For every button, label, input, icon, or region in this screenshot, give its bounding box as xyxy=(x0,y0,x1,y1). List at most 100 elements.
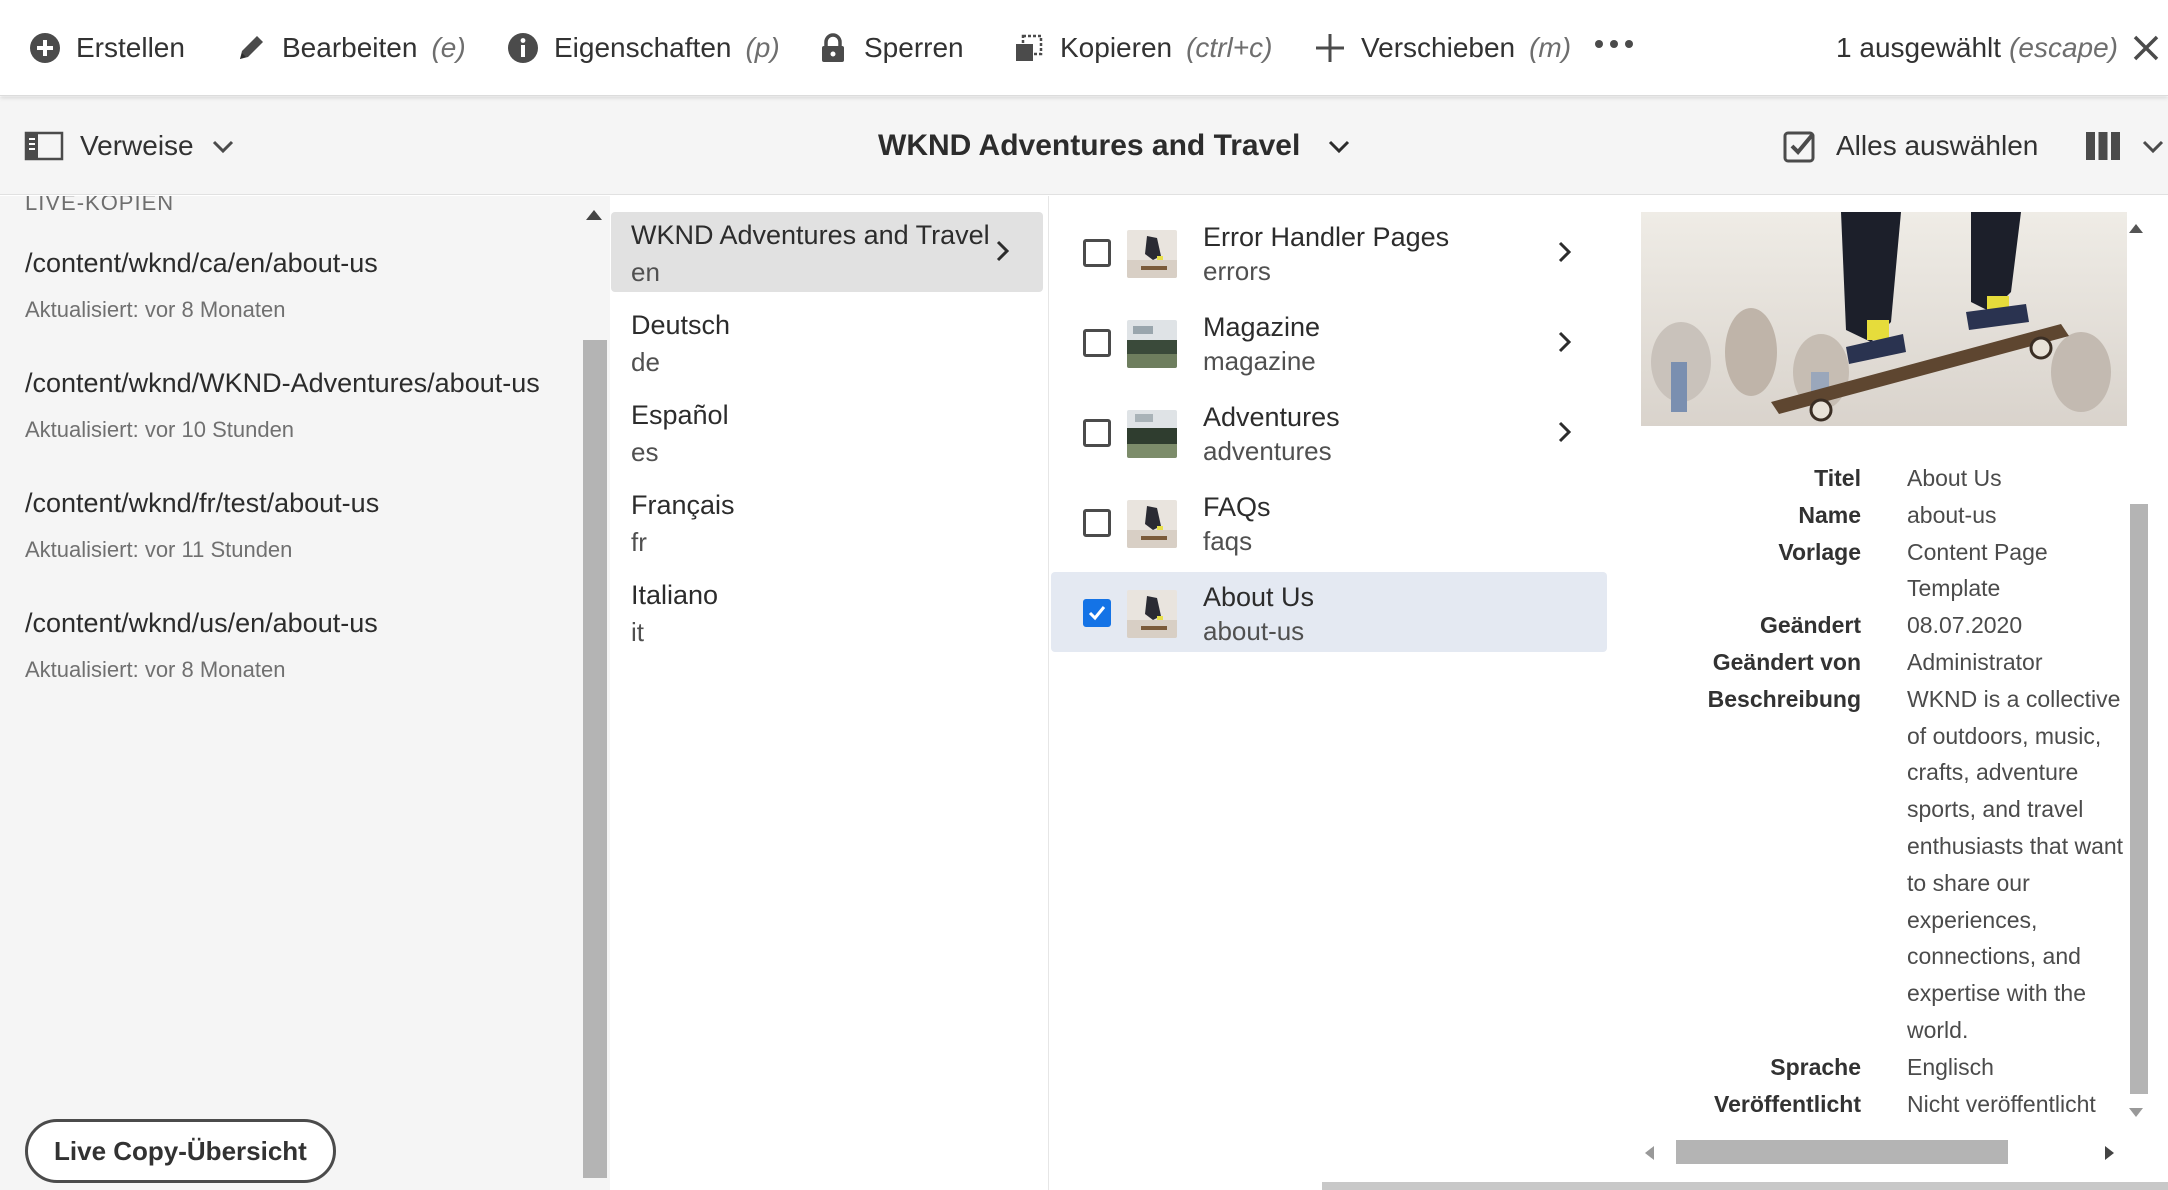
move-button[interactable]: Verschieben (m) xyxy=(1313,22,1571,74)
property-key: Veröffentlicht xyxy=(1714,1090,1861,1117)
lock-icon xyxy=(822,33,844,62)
property-row: Beschreibung WKND is a collective xyxy=(1629,681,2149,718)
breadcrumb-title[interactable]: WKND Adventures and Travel xyxy=(878,121,1352,171)
property-key: Titel xyxy=(1814,465,1861,491)
item-title: WKND Adventures and Travel xyxy=(631,220,990,250)
page-item-errors[interactable]: Error Handler Pages errors xyxy=(1051,212,1607,292)
create-button[interactable]: Erstellen xyxy=(28,22,185,74)
select-all-label: Alles auswählen xyxy=(1836,130,2039,161)
item-title: Deutsch xyxy=(631,310,731,340)
scroll-up-icon[interactable] xyxy=(2129,224,2143,233)
live-copy-path: /content/wknd/WKND-Adventures/about-us xyxy=(25,368,540,398)
page-thumbnail xyxy=(1127,410,1177,458)
edit-label: Bearbeiten xyxy=(282,32,418,63)
info-icon xyxy=(508,33,538,63)
property-row: Veröffentlicht Nicht veröffentlicht xyxy=(1629,1086,2149,1123)
live-copy-overview-button[interactable]: Live Copy-Übersicht xyxy=(25,1119,336,1183)
item-title: Español xyxy=(631,400,729,430)
property-key xyxy=(1629,902,1861,939)
lock-button[interactable]: Sperren xyxy=(816,22,964,74)
details-vertical-scrollbar[interactable] xyxy=(2121,196,2151,1136)
select-all-icon xyxy=(1783,131,1815,163)
move-icon xyxy=(1316,34,1344,62)
scroll-down-icon[interactable] xyxy=(2129,1108,2143,1117)
property-row: expertise with the xyxy=(1629,975,2149,1012)
page-item-adventures[interactable]: Adventures adventures xyxy=(1051,392,1607,472)
item-name: errors xyxy=(1203,256,1271,286)
live-copy-item[interactable]: /content/wknd/fr/test/about-us Aktualisi… xyxy=(25,488,379,563)
rail-toggle-button[interactable]: Verweise xyxy=(24,121,236,171)
item-name: es xyxy=(631,437,659,467)
view-switcher[interactable] xyxy=(2084,121,2166,171)
property-key xyxy=(1629,570,1861,607)
move-label: Verschieben xyxy=(1361,32,1516,63)
scroll-left-icon[interactable] xyxy=(1645,1146,1654,1160)
page-item-faqs[interactable]: FAQs faqs xyxy=(1051,482,1607,562)
language-item-en[interactable]: WKND Adventures and Travel en xyxy=(611,212,1043,292)
property-row: crafts, adventure xyxy=(1629,754,2149,791)
row-checkbox[interactable] xyxy=(1083,329,1111,357)
properties-button[interactable]: Eigenschaften (p) xyxy=(506,22,780,74)
item-name: en xyxy=(631,257,660,287)
rail-scrollbar[interactable] xyxy=(580,196,610,1190)
property-key xyxy=(1629,938,1861,975)
chevron-down-icon xyxy=(2142,140,2164,154)
property-key: Geändert von xyxy=(1712,648,1861,675)
property-row: Geändert von Administrator xyxy=(1629,644,2149,681)
scrollbar-thumb[interactable] xyxy=(583,340,607,1178)
property-key xyxy=(1629,754,1861,791)
edit-button[interactable]: Bearbeiten (e) xyxy=(234,22,466,74)
create-label: Erstellen xyxy=(76,32,185,63)
column-view: WKND Adventures and Travel en Deutsch de… xyxy=(611,196,2168,1190)
page-item-magazine[interactable]: Magazine magazine xyxy=(1051,302,1607,382)
row-checkbox[interactable] xyxy=(1083,419,1111,447)
page-item-about-us[interactable]: About Us about-us xyxy=(1051,572,1607,652)
live-copy-item[interactable]: /content/wknd/us/en/about-us Aktualisier… xyxy=(25,608,378,683)
copy-button[interactable]: Kopieren (ctrl+c) xyxy=(1012,22,1272,74)
property-key xyxy=(1629,791,1861,828)
chevron-right-icon xyxy=(1558,421,1572,443)
property-key xyxy=(1629,865,1861,902)
scrollbar-thumb[interactable] xyxy=(2130,504,2148,1094)
item-name: de xyxy=(631,347,660,377)
row-checkbox[interactable] xyxy=(1083,509,1111,537)
row-checkbox[interactable] xyxy=(1083,599,1111,627)
live-copy-updated: Aktualisiert: vor 11 Stunden xyxy=(25,537,293,562)
live-copy-item[interactable]: /content/wknd/ca/en/about-us Aktualisier… xyxy=(25,248,378,323)
page-thumbnail xyxy=(1127,230,1177,278)
references-rail: LIVE-KOPIEN /content/wknd/ca/en/about-us… xyxy=(0,196,610,1190)
language-item-de[interactable]: Deutsch de xyxy=(611,302,1043,382)
property-row: enthusiasts that want xyxy=(1629,828,2149,865)
scroll-up-icon[interactable] xyxy=(586,210,602,220)
details-horizontal-scrollbar[interactable] xyxy=(1629,1136,2129,1170)
language-item-es[interactable]: Español es xyxy=(611,392,1043,472)
column-view-scrollbar[interactable] xyxy=(1322,1182,2168,1190)
more-actions-icon[interactable] xyxy=(1595,40,1633,48)
property-value: Template xyxy=(1907,575,2001,602)
property-value: Content Page xyxy=(1907,538,2048,565)
rail-icon xyxy=(24,131,64,161)
copy-label: Kopieren xyxy=(1060,32,1173,63)
live-copy-item[interactable]: /content/wknd/WKND-Adventures/about-us A… xyxy=(25,368,540,443)
property-value: to share our xyxy=(1907,869,2030,896)
select-all-button[interactable]: Alles auswählen xyxy=(1782,121,2038,171)
close-icon[interactable] xyxy=(2130,32,2162,64)
scrollbar-thumb[interactable] xyxy=(1676,1140,2008,1164)
scroll-right-icon[interactable] xyxy=(2105,1146,2114,1160)
property-row: of outdoors, music, xyxy=(1629,718,2149,755)
chevron-right-icon xyxy=(1558,331,1572,353)
property-key xyxy=(1629,975,1861,1012)
item-title: Italiano xyxy=(631,580,719,610)
live-copy-path: /content/wknd/us/en/about-us xyxy=(25,608,378,638)
item-title: Error Handler Pages xyxy=(1203,222,1450,252)
item-title: Français xyxy=(631,490,735,520)
language-item-fr[interactable]: Français fr xyxy=(611,482,1043,562)
property-value: 08.07.2020 xyxy=(1907,612,2023,639)
rail-heading: LIVE-KOPIEN xyxy=(25,196,175,215)
property-row: sports, and travel xyxy=(1629,791,2149,828)
selection-shortcut: (escape) xyxy=(2009,32,2118,63)
language-item-it[interactable]: Italiano it xyxy=(611,572,1043,652)
item-title: About Us xyxy=(1203,582,1315,612)
property-row: to share our xyxy=(1629,865,2149,902)
row-checkbox[interactable] xyxy=(1083,239,1111,267)
